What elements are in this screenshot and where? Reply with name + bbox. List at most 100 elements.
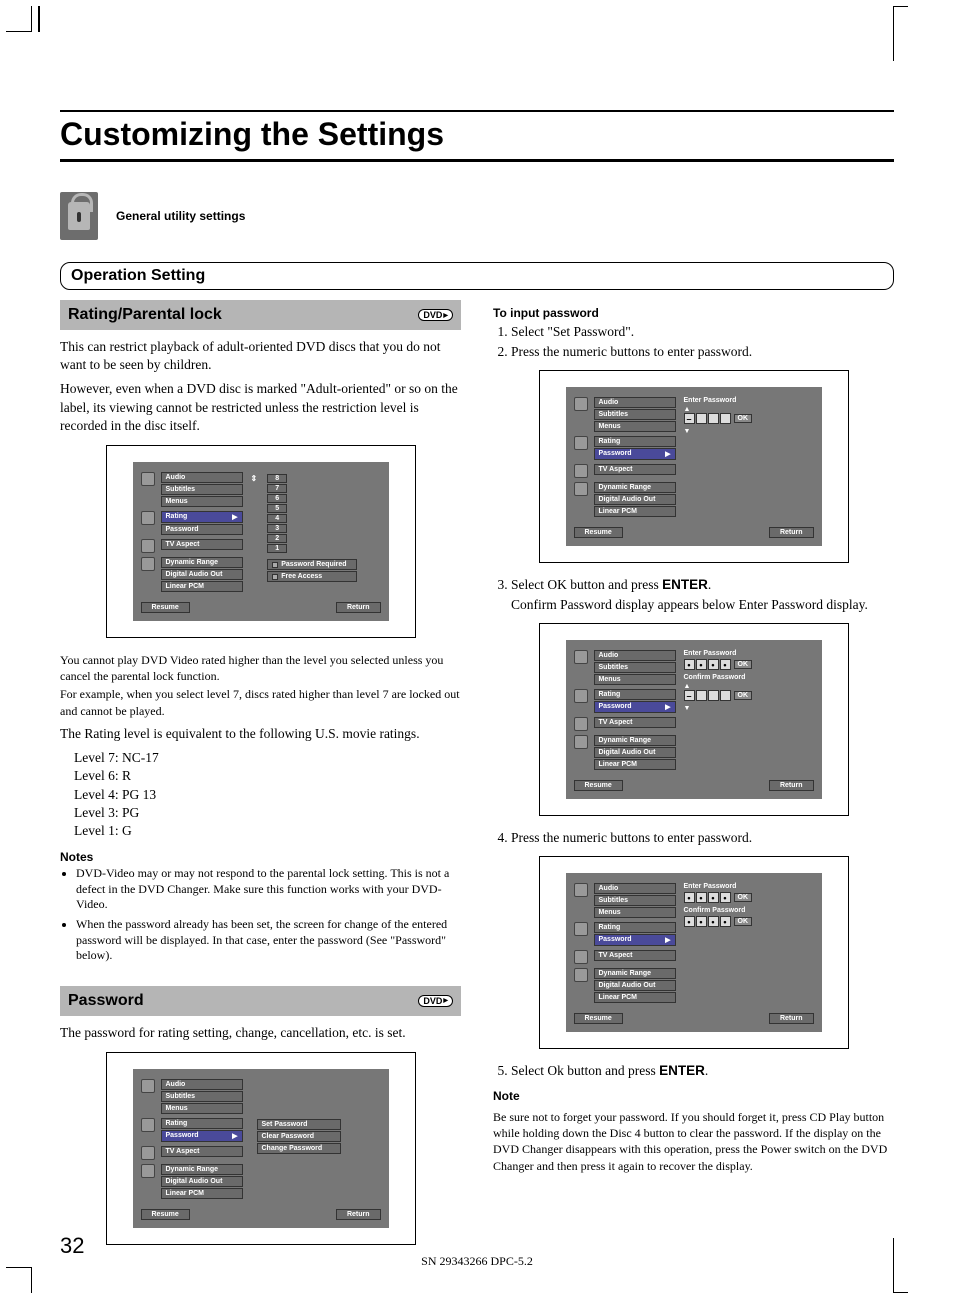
osd-item: TV Aspect <box>161 539 243 550</box>
step-item: Select OK button and press ENTER. <box>511 577 894 593</box>
note-item: When the password already has been set, … <box>76 917 461 964</box>
osd-label: Enter Password <box>684 397 776 404</box>
osd-option: Change Password <box>257 1143 341 1154</box>
rating-equivalent: The Rating level is equivalent to the fo… <box>60 725 461 743</box>
osd-item-selected: Password▶ <box>594 934 676 946</box>
step-item: Select Ok button and press ENTER. <box>511 1063 894 1079</box>
osd-option: Set Password <box>257 1119 341 1130</box>
osd-item: Audio <box>594 397 676 408</box>
osd-item: Menus <box>161 496 243 507</box>
osd-item: Audio <box>161 1079 243 1090</box>
osd-item: Digital Audio Out <box>594 494 676 505</box>
step-follow: Confirm Password display appears below E… <box>511 597 894 613</box>
osd-item: Digital Audio Out <box>594 747 676 758</box>
osd-item: Dynamic Range <box>161 1164 243 1175</box>
osd-item: Password <box>161 524 243 535</box>
osd-resume-button: Resume <box>574 1013 623 1024</box>
osd-return-button: Return <box>769 1013 814 1024</box>
osd-item: Dynamic Range <box>594 735 676 746</box>
rating-level: Level 4: PG 13 <box>74 786 461 804</box>
osd-item: Dynamic Range <box>161 557 243 568</box>
step-item: Press the numeric buttons to enter passw… <box>511 344 894 360</box>
operation-setting-header: Operation Setting <box>60 262 894 290</box>
note-heading: Note <box>493 1089 894 1103</box>
notes-heading: Notes <box>60 850 461 864</box>
step-item: Select "Set Password". <box>511 324 894 340</box>
rating-paragraph: However, even when a DVD disc is marked … <box>60 380 461 435</box>
dvd-badge-icon: DVD <box>418 995 453 1007</box>
osd-level: 8 <box>267 474 287 483</box>
osd-screenshot-confirm-filled: Audio Subtitles Menus Rating Password▶ T… <box>539 856 849 1049</box>
osd-resume-button: Resume <box>141 602 190 613</box>
osd-screenshot-rating: Audio Subtitles Menus Rating▶ Password T… <box>106 445 416 638</box>
osd-level: 3 <box>267 524 287 533</box>
osd-item: Linear PCM <box>594 992 676 1003</box>
osd-return-button: Return <box>769 780 814 791</box>
note-text: Be sure not to forget your password. If … <box>493 1109 894 1174</box>
rating-header-text: Rating/Parental lock <box>68 306 222 324</box>
osd-ok: OK <box>734 660 753 669</box>
lock-icon <box>60 192 98 240</box>
osd-item: TV Aspect <box>594 717 676 728</box>
osd-item-selected: Password▶ <box>594 701 676 713</box>
osd-item: Menus <box>594 421 676 432</box>
osd-item: Subtitles <box>594 895 676 906</box>
note-item: DVD-Video may or may not respond to the … <box>76 866 461 913</box>
osd-ok: OK <box>734 917 753 926</box>
osd-item: Linear PCM <box>161 1188 243 1199</box>
osd-return-button: Return <box>336 1209 381 1220</box>
osd-item: Rating <box>594 436 676 447</box>
dvd-badge-icon: DVD <box>418 309 453 321</box>
osd-option: Free Access <box>267 571 357 582</box>
crop-mark <box>6 1267 32 1293</box>
step-item: Press the numeric buttons to enter passw… <box>511 830 894 846</box>
osd-item: Digital Audio Out <box>161 569 243 580</box>
osd-level: 6 <box>267 494 287 503</box>
right-column: To input password Select "Set Password".… <box>493 300 894 1259</box>
left-column: Rating/Parental lock DVD This can restri… <box>60 300 461 1259</box>
osd-resume-button: Resume <box>141 1209 190 1220</box>
osd-item: Rating <box>594 922 676 933</box>
osd-resume-button: Resume <box>574 527 623 538</box>
rating-paragraph: You cannot play DVD Video rated higher t… <box>60 652 461 684</box>
osd-label: Enter Password <box>684 650 776 657</box>
osd-item-selected: Rating▶ <box>161 511 243 523</box>
crop-mark <box>894 1292 908 1293</box>
osd-item: TV Aspect <box>594 464 676 475</box>
osd-return-button: Return <box>769 527 814 538</box>
osd-level: 7 <box>267 484 287 493</box>
osd-item: Linear PCM <box>594 759 676 770</box>
general-utility-label: General utility settings <box>116 209 245 223</box>
osd-item: Menus <box>594 674 676 685</box>
rating-level: Level 7: NC-17 <box>74 749 461 767</box>
crop-mark <box>893 6 894 61</box>
osd-item: Rating <box>594 689 676 700</box>
password-header: Password DVD <box>60 986 461 1016</box>
osd-item: Digital Audio Out <box>161 1176 243 1187</box>
osd-item: Dynamic Range <box>594 968 676 979</box>
osd-option: Password Required <box>267 559 357 570</box>
rating-level: Level 6: R <box>74 767 461 785</box>
osd-ok: OK <box>734 893 753 902</box>
osd-resume-button: Resume <box>574 780 623 791</box>
osd-item: TV Aspect <box>594 950 676 961</box>
rating-level: Level 3: PG <box>74 804 461 822</box>
rating-paragraph: This can restrict playback of adult-orie… <box>60 338 461 374</box>
osd-return-button: Return <box>336 602 381 613</box>
footer-text: SN 29343266 DPC-5.2 <box>0 1254 954 1269</box>
input-password-heading: To input password <box>493 306 894 320</box>
crop-mark <box>894 6 908 7</box>
osd-item-selected: Password▶ <box>594 448 676 460</box>
osd-item: Dynamic Range <box>594 482 676 493</box>
osd-screenshot-enter-password: Audio Subtitles Menus Rating Password▶ T… <box>539 370 849 563</box>
osd-item: Audio <box>161 472 243 483</box>
osd-option: Clear Password <box>257 1131 341 1142</box>
osd-level: 2 <box>267 534 287 543</box>
osd-item: Subtitles <box>161 1091 243 1102</box>
osd-item: Subtitles <box>594 662 676 673</box>
osd-level: 4 <box>267 514 287 523</box>
osd-item: Digital Audio Out <box>594 980 676 991</box>
osd-label: Confirm Password <box>684 907 776 914</box>
rating-header: Rating/Parental lock DVD <box>60 300 461 330</box>
password-paragraph: The password for rating setting, change,… <box>60 1024 461 1042</box>
